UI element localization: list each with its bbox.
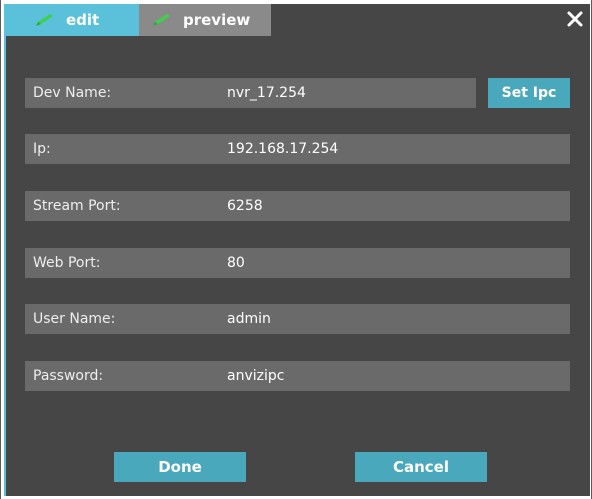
tab-edit-label: edit [66,11,100,29]
web-port-value[interactable]: 80 [227,255,245,271]
tab-edit[interactable]: edit [6,4,139,36]
dev-name-value[interactable]: nvr_17.254 [227,85,306,101]
tab-preview-label: preview [183,11,251,29]
pencil-icon [153,14,170,26]
stream-port-field[interactable]: Stream Port: 6258 [25,191,570,221]
user-name-label: User Name: [33,311,116,327]
password-field[interactable]: Password: anvizipc [25,361,570,391]
stream-port-value[interactable]: 6258 [227,198,263,214]
web-port-label: Web Port: [33,255,101,271]
user-name-value[interactable]: admin [227,311,271,327]
dev-name-label: Dev Name: [33,85,112,101]
cancel-button[interactable]: Cancel [355,452,487,482]
user-name-field[interactable]: User Name: admin [25,304,570,334]
ip-value[interactable]: 192.168.17.254 [227,141,338,157]
dev-name-field[interactable]: Dev Name: nvr_17.254 [25,78,476,108]
device-edit-dialog: edit preview Dev Name: nvr_17.254 Set Ip… [4,4,590,496]
pencil-icon [36,14,53,26]
tab-preview[interactable]: preview [139,4,271,36]
password-label: Password: [33,368,104,384]
close-icon[interactable] [566,10,584,28]
done-button[interactable]: Done [114,452,246,482]
ip-field[interactable]: Ip: 192.168.17.254 [25,134,570,164]
set-ipc-button[interactable]: Set Ipc [488,78,570,108]
ip-label: Ip: [33,141,51,157]
password-value[interactable]: anvizipc [227,368,284,384]
stream-port-label: Stream Port: [33,198,121,214]
web-port-field[interactable]: Web Port: 80 [25,248,570,278]
